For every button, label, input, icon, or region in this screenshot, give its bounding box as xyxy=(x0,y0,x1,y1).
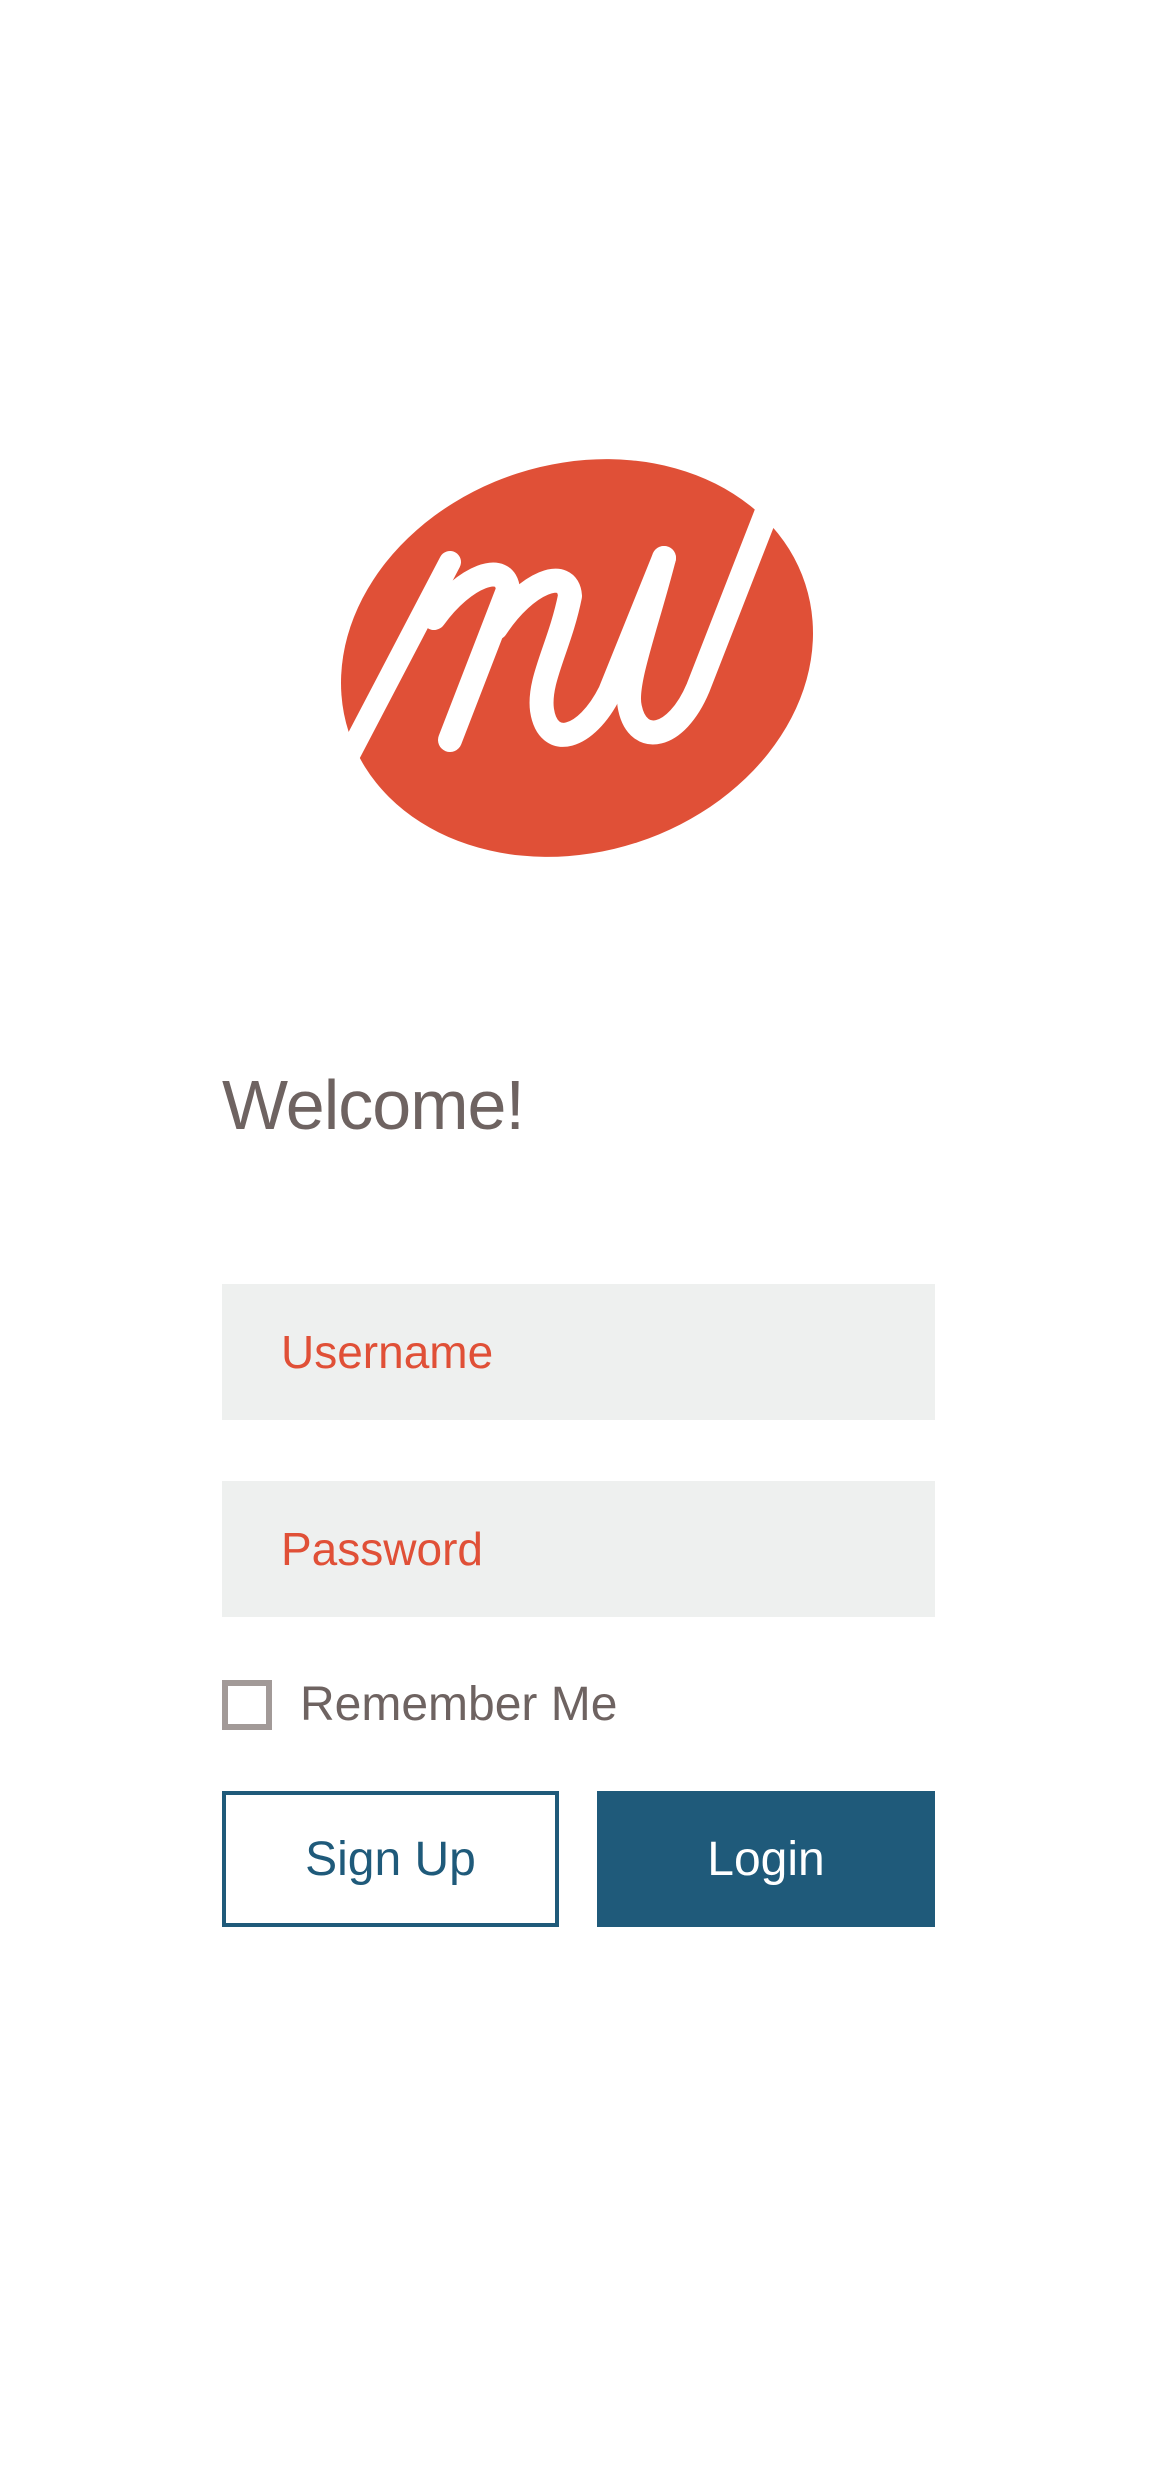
logo xyxy=(338,458,816,858)
mw-logo-icon xyxy=(338,459,813,857)
remember-me-toggle[interactable]: Remember Me xyxy=(222,1674,617,1736)
login-button[interactable]: Login xyxy=(597,1791,935,1927)
password-field[interactable] xyxy=(222,1481,935,1617)
remember-me-checkbox[interactable] xyxy=(222,1680,272,1730)
sign-up-button[interactable]: Sign Up xyxy=(222,1791,559,1927)
welcome-heading: Welcome! xyxy=(222,1066,525,1144)
username-field[interactable] xyxy=(222,1284,935,1420)
username-input[interactable] xyxy=(222,1284,935,1420)
remember-me-label: Remember Me xyxy=(300,1678,618,1731)
password-input[interactable] xyxy=(222,1481,935,1617)
